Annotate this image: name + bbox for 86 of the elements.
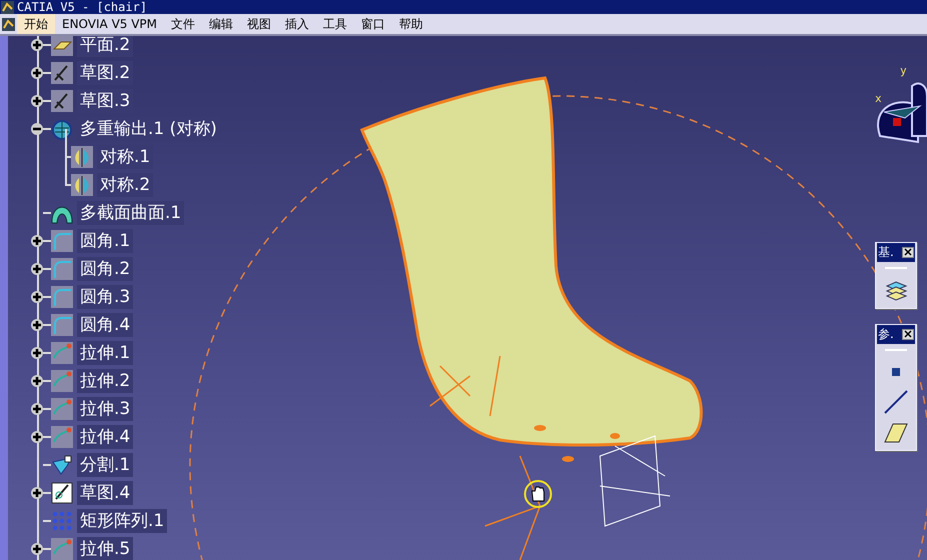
tree-item[interactable]: 草图.2 <box>77 61 134 85</box>
plus-icon <box>32 40 42 50</box>
plus-icon <box>32 96 42 106</box>
menu-item[interactable]: 开始 <box>17 14 55 34</box>
extrude-icon <box>51 370 73 392</box>
extrude-icon <box>51 398 73 420</box>
expand-toggle[interactable] <box>31 95 43 107</box>
plus-icon <box>32 292 42 302</box>
tree-item[interactable]: 多截面曲面.1 <box>77 201 184 225</box>
tree-item[interactable]: 拉伸.4 <box>77 425 134 449</box>
tree-item[interactable]: 对称.2 <box>97 173 154 197</box>
compass-drawing <box>877 82 927 143</box>
tree-item[interactable]: 平面.2 <box>77 36 134 57</box>
plus-icon <box>32 488 42 498</box>
sketch-icon <box>51 482 73 504</box>
plus-icon <box>32 264 42 274</box>
expand-toggle[interactable] <box>31 291 43 303</box>
close-button[interactable] <box>902 329 914 340</box>
expand-toggle[interactable] <box>31 431 43 443</box>
plus-icon <box>32 68 42 78</box>
tree-item[interactable]: 对称.1 <box>97 145 154 169</box>
extrude-icon <box>51 538 73 560</box>
menu-item[interactable]: 编辑 <box>202 14 240 34</box>
extrude-icon <box>51 342 73 364</box>
expand-toggle[interactable] <box>31 543 43 555</box>
tree-item[interactable]: 拉伸.2 <box>77 369 134 393</box>
expand-toggle[interactable] <box>31 235 43 247</box>
toolbar-title: 参. <box>878 326 894 343</box>
expand-toggle[interactable] <box>31 263 43 275</box>
tree-item[interactable]: 圆角.3 <box>77 285 134 309</box>
grid-icon <box>51 510 73 532</box>
tree-item[interactable]: 拉伸.5 <box>77 537 134 560</box>
fillet-icon <box>51 314 73 336</box>
app-icon[interactable] <box>2 18 15 30</box>
close-button[interactable] <box>902 247 914 258</box>
sketch-icon <box>51 62 73 84</box>
menu-item[interactable]: 文件 <box>164 14 202 34</box>
tree-item[interactable]: 圆角.1 <box>77 229 134 253</box>
expand-toggle[interactable] <box>31 487 43 499</box>
plus-icon <box>32 348 42 358</box>
fillet-icon <box>51 286 73 308</box>
plus-icon <box>32 404 42 414</box>
expand-toggle[interactable] <box>31 67 43 79</box>
tree-item[interactable]: 圆角.4 <box>77 313 134 337</box>
plus-icon <box>32 376 42 386</box>
expand-toggle[interactable] <box>31 319 43 331</box>
tree-item[interactable]: 圆角.2 <box>77 257 134 281</box>
scroll-bar[interactable] <box>0 36 8 560</box>
plus-icon <box>32 236 42 246</box>
line-icon <box>884 390 908 414</box>
symmetry-icon <box>71 174 93 196</box>
app-icon <box>1 0 14 14</box>
tree-item[interactable]: 拉伸.1 <box>77 341 134 365</box>
plus-icon <box>32 320 42 330</box>
window-title: CATIA V5 - [chair] <box>17 0 148 14</box>
extrude-icon <box>51 426 73 448</box>
tree-item[interactable]: 分割.1 <box>77 453 134 477</box>
toolbar-title: 基. <box>878 244 894 261</box>
symmetry-icon <box>71 146 93 168</box>
fillet-icon <box>51 230 73 252</box>
menu-item[interactable]: 窗口 <box>354 14 392 34</box>
close-icon <box>904 330 912 338</box>
fillet-icon <box>51 258 73 280</box>
hand-cursor-icon <box>524 480 552 508</box>
expand-toggle[interactable] <box>31 403 43 415</box>
menu-item[interactable]: 视图 <box>240 14 278 34</box>
menu-item[interactable]: 工具 <box>316 14 354 34</box>
expand-toggle[interactable] <box>31 347 43 359</box>
sketch-icon <box>51 90 73 112</box>
menu-item[interactable]: 插入 <box>278 14 316 34</box>
tree-item[interactable]: 草图.4 <box>77 481 134 505</box>
plus-icon <box>32 544 42 554</box>
menu-item[interactable]: 帮助 <box>392 14 430 34</box>
globe-icon <box>51 118 73 140</box>
line-tool[interactable] <box>882 388 910 414</box>
plus-icon <box>32 432 42 442</box>
close-icon <box>904 248 912 256</box>
menu-item[interactable]: ENOVIA V5 VPM <box>55 14 164 34</box>
expand-toggle[interactable] <box>31 375 43 387</box>
tree-item[interactable]: 矩形阵列.1 <box>77 509 168 533</box>
axis-label: y <box>900 64 907 77</box>
expand-toggle[interactable] <box>31 39 43 51</box>
axis-label: x <box>875 92 882 105</box>
collapse-toggle[interactable] <box>31 123 43 135</box>
tree-item[interactable]: 拉伸.3 <box>77 397 134 421</box>
split-icon <box>51 454 73 476</box>
